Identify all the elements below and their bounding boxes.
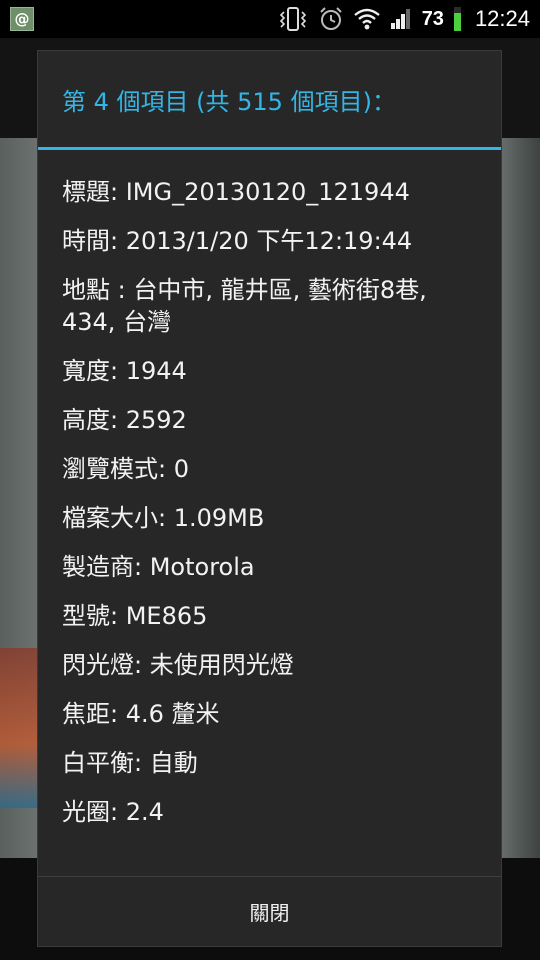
detail-row: 製造商: Motorola	[62, 553, 255, 581]
detail-row: 焦距: 4.6 釐米	[62, 700, 220, 728]
notification-icon: @	[10, 7, 34, 31]
detail-row: 白平衡: 自動	[62, 749, 198, 777]
status-bar: @ 73 12:24	[0, 0, 540, 38]
battery-level-text: 73	[421, 7, 444, 30]
clock: 12:24	[474, 6, 530, 31]
detail-row: 閃光燈: 未使用閃光燈	[62, 651, 294, 679]
detail-row: 瀏覽模式: 0	[62, 455, 189, 483]
signal-icon	[390, 8, 412, 30]
photo-detail	[0, 648, 40, 808]
detail-row: 寬度: 1944	[62, 357, 187, 385]
details-dialog: 第 4 個項目 (共 515 個項目)： 標題: IMG_20130120_12…	[37, 50, 502, 947]
detail-row: 時間: 2013/1/20 下午12:19:44	[62, 227, 413, 255]
detail-row: 高度: 2592	[62, 406, 187, 434]
detail-row: 檔案大小: 1.09MB	[62, 504, 265, 532]
vibrate-icon	[278, 6, 308, 32]
detail-row: 地點 : 台中市, 龍井區, 藝術街8巷, 434, 台灣	[62, 276, 427, 336]
battery-fill	[453, 13, 461, 31]
dialog-title: 第 4 個項目 (共 515 個項目)：	[62, 87, 396, 116]
detail-row: 標題: IMG_20130120_121944	[62, 178, 410, 206]
battery-icon	[453, 7, 461, 31]
wifi-icon	[353, 7, 380, 31]
close-button[interactable]: 關閉	[38, 877, 501, 946]
alarm-icon	[318, 6, 344, 32]
status-icons: 73 12:24	[278, 6, 530, 32]
detail-row: 光圈: 2.4	[62, 798, 164, 826]
detail-row: 型號: ME865	[62, 602, 208, 630]
dialog-footer: 關閉	[38, 876, 501, 946]
details-list[interactable]: 標題: IMG_20130120_121944 時間: 2013/1/20 下午1…	[38, 150, 501, 877]
